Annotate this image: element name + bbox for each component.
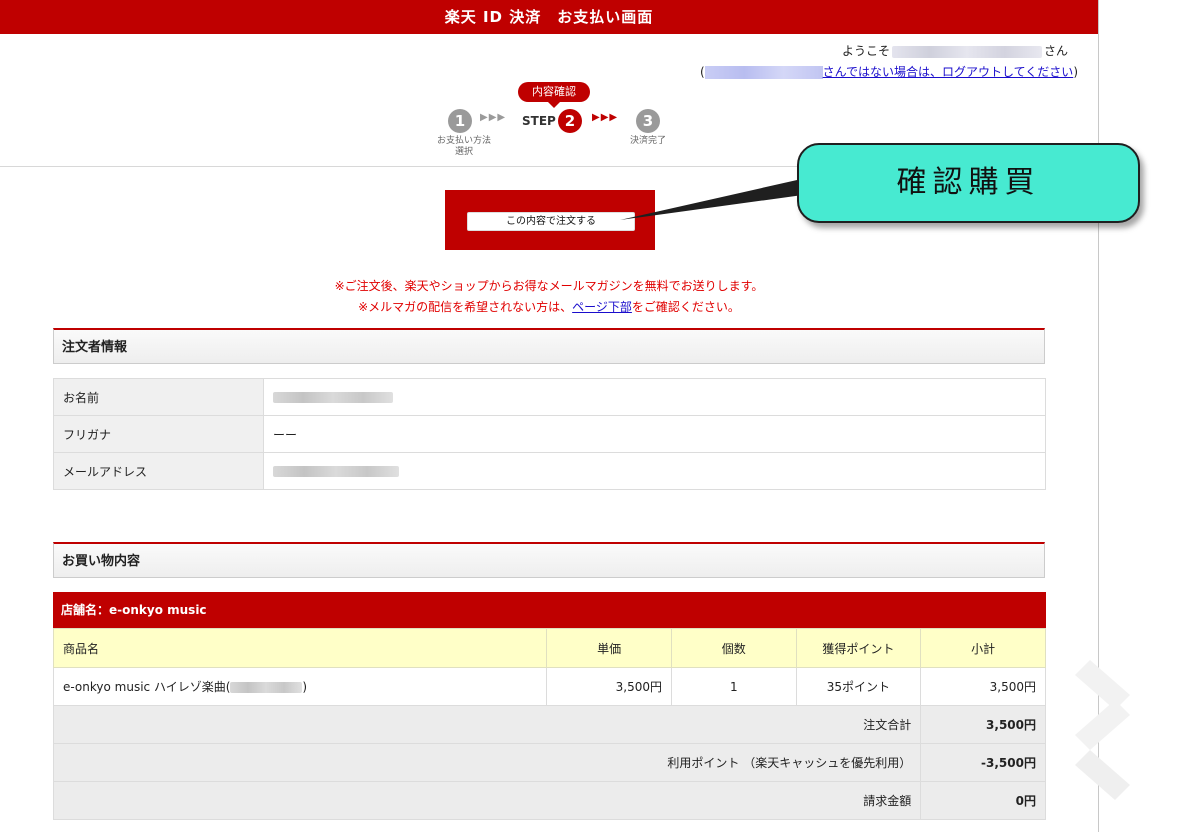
page-title: 楽天 ID 決済 お支払い画面 <box>444 8 654 26</box>
welcome-message: ようこそ さん <box>841 44 1068 58</box>
logout-notice: (さんではない場合は、ログアウトしてください) <box>699 65 1078 79</box>
col-subtotal: 小計 <box>920 628 1046 668</box>
col-product-name: 商品名 <box>52 628 548 668</box>
table-row: お名前 <box>53 378 1046 416</box>
email-label: メールアドレス <box>53 452 264 490</box>
furigana-label: フリガナ <box>53 415 264 453</box>
current-step-badge: 内容確認 <box>518 82 590 108</box>
mail-notice-2: ※メルマガの配信を希望されない方は、ページ下部をご確認ください。 <box>358 300 740 314</box>
name-value <box>263 378 1046 416</box>
step-1-caption: お支払い方法 選択 <box>436 136 491 157</box>
page-bottom-link[interactable]: ページ下部 <box>572 300 632 314</box>
watermark-chevron-icon <box>1075 660 1130 800</box>
quantity: 1 <box>671 667 797 706</box>
callout-pointer <box>620 178 810 220</box>
step-1-icon: 1 <box>448 109 472 133</box>
summary-row: 請求金額 0円 <box>52 781 1046 820</box>
orderer-info-table: お名前 フリガナ ーー メールアドレス <box>53 378 1046 490</box>
redacted-username <box>704 66 823 79</box>
col-unit-price: 単価 <box>546 628 673 668</box>
redacted-name <box>273 392 393 403</box>
shopping-section-title: お買い物内容 <box>53 542 1045 578</box>
email-value <box>263 452 1046 490</box>
points-used-value: -3,500円 <box>920 743 1046 782</box>
billing-amount-label: 請求金額 <box>52 781 922 820</box>
redacted-email <box>273 466 399 477</box>
col-points: 獲得ポイント <box>795 628 922 668</box>
step-2-icon: 2 <box>558 109 582 133</box>
billing-amount-value: 0円 <box>920 781 1046 820</box>
subtotal: 3,500円 <box>920 667 1046 706</box>
step-arrows-icon: ▶▶▶ <box>592 112 619 123</box>
points-used-label: 利用ポイント （楽天キャッシュを優先利用） <box>52 743 922 782</box>
shop-name: 店舗名：e-onkyo music <box>53 592 1046 628</box>
table-header-row: 商品名 単価 個数 獲得ポイント 小計 <box>52 628 1046 668</box>
step-3-icon: 3 <box>636 109 660 133</box>
col-quantity: 個数 <box>671 628 797 668</box>
furigana-value: ーー <box>263 415 1046 453</box>
mail-notice-1: ※ご注文後、楽天やショップからお得なメールマガジンを無料でお送りします。 <box>334 279 764 293</box>
redacted-track <box>230 682 303 693</box>
product-name: e-onkyo music ハイレゾ楽曲() <box>52 667 548 706</box>
step-label: STEP <box>522 114 556 128</box>
table-row: e-onkyo music ハイレゾ楽曲() 3,500円 1 35ポイント 3… <box>52 667 1046 706</box>
summary-row: 注文合計 3,500円 <box>52 705 1046 744</box>
summary-row: 利用ポイント （楽天キャッシュを優先利用） -3,500円 <box>52 743 1046 782</box>
order-total-value: 3,500円 <box>920 705 1046 744</box>
redacted-username <box>891 45 1042 58</box>
table-row: フリガナ ーー <box>53 415 1046 453</box>
earned-points: 35ポイント <box>795 667 922 706</box>
step-arrows-icon: ▶▶▶ <box>480 112 507 123</box>
browser-window: 楽天 ID 決済 お支払い画面 ようこそ さん (さんではない場合は、ログアウトし… <box>0 0 1099 832</box>
table-row: メールアドレス <box>53 452 1046 490</box>
step-3-caption: 決済完了 <box>629 136 666 146</box>
order-total-label: 注文合計 <box>52 705 922 744</box>
annotation-callout: 確認購買 <box>797 143 1140 223</box>
unit-price: 3,500円 <box>546 667 673 706</box>
order-items-table: 商品名 単価 個数 獲得ポイント 小計 e-onkyo music ハイレゾ楽曲… <box>52 628 1046 820</box>
name-label: お名前 <box>53 378 264 416</box>
orderer-section-title: 注文者情報 <box>53 328 1045 364</box>
logout-link[interactable]: さんではない場合は、ログアウトしてください <box>704 65 1073 79</box>
page-header: 楽天 ID 決済 お支払い画面 <box>0 0 1098 34</box>
